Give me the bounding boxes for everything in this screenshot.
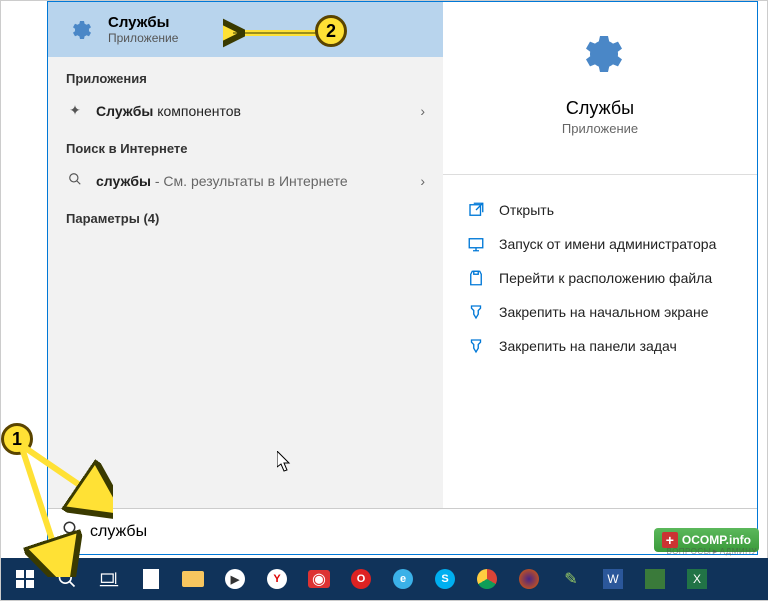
- section-web: Поиск в Интернете: [48, 127, 443, 164]
- ie-icon: e: [393, 569, 413, 589]
- action-label: Открыть: [499, 202, 554, 218]
- action-label: Закрепить на панели задач: [499, 338, 677, 354]
- file-icon: [143, 569, 159, 589]
- taskbar-app-yandex[interactable]: Y: [257, 559, 297, 599]
- results-left-column: Службы Приложение Приложения ✦ Службы ко…: [48, 2, 443, 508]
- firefox-icon: [519, 569, 539, 589]
- pin-icon: [467, 303, 485, 321]
- word-icon: W: [603, 569, 623, 589]
- result-text: службы - См. результаты в Интернете: [96, 173, 408, 189]
- watermark-sub: ВОПРОСЫ►АДМИНУ: [667, 547, 758, 556]
- taskbar: ▶ Y ◉ O e S ✎ W X: [1, 558, 768, 600]
- folder-icon: [467, 269, 485, 287]
- chevron-right-icon: ›: [420, 103, 425, 119]
- taskbar-app-excel[interactable]: X: [677, 559, 717, 599]
- chrome-icon: [477, 569, 497, 589]
- taskbar-app-generic2[interactable]: [635, 559, 675, 599]
- callout-number-2: 2: [315, 15, 347, 47]
- yandex-icon: Y: [267, 569, 287, 589]
- taskbar-app-word[interactable]: W: [593, 559, 633, 599]
- component-icon: ✦: [66, 102, 84, 119]
- action-label: Перейти к расположению файла: [499, 270, 712, 286]
- callout-arrow-1: [13, 437, 113, 577]
- taskbar-app-firefox[interactable]: [509, 559, 549, 599]
- best-match-subtitle: Приложение: [108, 31, 178, 45]
- taskbar-app-file[interactable]: [131, 559, 171, 599]
- result-web-search[interactable]: службы - См. результаты в Интернете ›: [48, 164, 443, 197]
- camera-icon: ◉: [308, 570, 330, 588]
- plus-icon: +: [662, 532, 678, 548]
- taskbar-app-explorer[interactable]: [173, 559, 213, 599]
- excel-icon: X: [687, 569, 707, 589]
- taskbar-app-generic1[interactable]: ✎: [551, 559, 591, 599]
- detail-column: Службы Приложение Открыть Запуск от имен…: [443, 2, 757, 508]
- search-results-panel: Службы Приложение Приложения ✦ Службы ко…: [47, 1, 758, 555]
- taskbar-app-opera[interactable]: O: [341, 559, 381, 599]
- action-open[interactable]: Открыть: [467, 193, 733, 227]
- section-params: Параметры (4): [48, 197, 443, 234]
- divider: [443, 174, 757, 175]
- app-icon: ✎: [560, 568, 582, 590]
- gear-icon: [576, 30, 624, 78]
- play-icon: ▶: [225, 569, 245, 589]
- open-icon: [467, 201, 485, 219]
- best-match-title: Службы: [108, 14, 178, 31]
- detail-subtitle: Приложение: [467, 121, 733, 136]
- search-icon: [66, 172, 84, 189]
- section-apps: Приложения: [48, 57, 443, 94]
- detail-header: Службы Приложение: [467, 20, 733, 156]
- skype-icon: S: [435, 569, 455, 589]
- action-pin-taskbar[interactable]: Закрепить на панели задач: [467, 329, 733, 363]
- result-component-services[interactable]: ✦ Службы компонентов ›: [48, 94, 443, 127]
- chevron-right-icon: ›: [420, 173, 425, 189]
- best-match-text: Службы Приложение: [108, 14, 178, 45]
- action-run-admin[interactable]: Запуск от имени администратора: [467, 227, 733, 261]
- taskbar-app-camera[interactable]: ◉: [299, 559, 339, 599]
- gear-icon: [66, 16, 94, 44]
- shield-icon: [467, 235, 485, 253]
- folder-icon: [182, 571, 204, 587]
- action-open-location[interactable]: Перейти к расположению файла: [467, 261, 733, 295]
- action-label: Запуск от имени администратора: [499, 236, 716, 252]
- action-pin-start[interactable]: Закрепить на начальном экране: [467, 295, 733, 329]
- cursor-icon: [277, 451, 293, 473]
- pin-icon: [467, 337, 485, 355]
- detail-title: Службы: [467, 98, 733, 119]
- taskbar-app-media[interactable]: ▶: [215, 559, 255, 599]
- action-label: Закрепить на начальном экране: [499, 304, 709, 320]
- result-text: Службы компонентов: [96, 103, 408, 119]
- opera-icon: O: [351, 569, 371, 589]
- search-input[interactable]: [90, 523, 743, 541]
- taskbar-app-skype[interactable]: S: [425, 559, 465, 599]
- taskbar-app-ie[interactable]: e: [383, 559, 423, 599]
- taskbar-app-chrome[interactable]: [467, 559, 507, 599]
- search-input-bar[interactable]: [48, 508, 757, 554]
- watermark-text: OCOMP.info: [682, 533, 751, 547]
- app-icon: [645, 569, 665, 589]
- panel-body: Службы Приложение Приложения ✦ Службы ко…: [48, 2, 757, 508]
